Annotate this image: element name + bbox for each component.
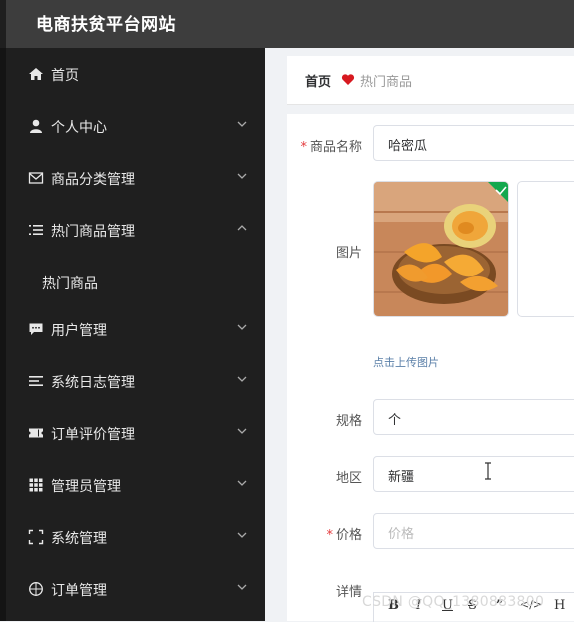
region-input[interactable]: 新疆 (373, 456, 574, 492)
price-label: * 价格 (326, 528, 362, 543)
sidebar-item-order-review-management[interactable]: 订单评价管理 (6, 407, 265, 459)
sidebar-item-label: 热门商品 (42, 276, 98, 292)
chevron-down-icon (237, 428, 247, 434)
goods-form: * 商品名称 哈密瓜 图片 点击上传图片 规格 个 地区 新疆 * 价格 价格 … (287, 114, 574, 622)
grid-icon (29, 478, 43, 492)
chevron-down-icon (237, 173, 247, 179)
required-mark: * (300, 140, 307, 155)
breadcrumb-home[interactable]: 首页 (305, 71, 331, 90)
mail-icon (28, 172, 44, 184)
sidebar-item-label: 系统日志管理 (51, 375, 135, 391)
region-label: 地区 (335, 471, 362, 486)
goods-image-thumbnail[interactable] (373, 181, 509, 317)
text-cursor-icon (485, 462, 491, 480)
sidebar-item-hot-goods-management[interactable]: 热门商品管理 (6, 204, 265, 256)
chevron-down-icon (237, 121, 247, 127)
chevron-down-icon (237, 480, 247, 486)
spec-input[interactable]: 个 (373, 399, 574, 435)
frame-icon (28, 529, 44, 545)
sidebar-item-label: 热门商品管理 (51, 224, 135, 240)
chevron-up-icon (237, 225, 247, 231)
spec-value: 个 (388, 413, 402, 428)
image-label: 图片 (335, 246, 362, 261)
sidebar-item-home[interactable]: 首页 (6, 48, 265, 100)
detail-label: 详情 (335, 585, 362, 600)
list-icon (29, 225, 43, 235)
breadcrumb: 首页 热门商品 (287, 56, 574, 105)
melon-image (374, 182, 508, 316)
sidebar-item-label: 商品分类管理 (51, 172, 135, 188)
goods-name-input[interactable]: 哈密瓜 (373, 125, 574, 161)
sidebar-item-label: 订单管理 (51, 583, 107, 599)
goods-name-value: 哈密瓜 (388, 139, 428, 154)
ticket-icon (29, 428, 43, 438)
sidebar-item-label: 订单评价管理 (51, 427, 135, 443)
sidebar-subitem-hot-goods[interactable]: 热门商品 (6, 256, 265, 308)
app-title: 电商扶贫平台网站 (36, 15, 176, 35)
sidebar-item-label: 系统管理 (51, 531, 107, 547)
sidebar: 首页 个人中心 商品分类管理 热门商品管理 热门商品 用户管理 系统日志管理 订… (0, 48, 265, 621)
home-icon (29, 68, 43, 80)
region-value: 新疆 (388, 470, 415, 485)
sidebar-item-label: 管理员管理 (51, 479, 121, 495)
spec-label: 规格 (335, 414, 362, 429)
upload-tip[interactable]: 点击上传图片 (373, 354, 439, 370)
chevron-down-icon (237, 584, 247, 590)
sidebar-item-label: 个人中心 (51, 120, 107, 136)
chat-icon (29, 323, 43, 335)
main-content: 首页 热门商品 * 商品名称 哈密瓜 图片 点击上传图片 规格 个 地区 新疆 … (265, 48, 574, 622)
lines-icon (29, 376, 43, 386)
chevron-down-icon (237, 532, 247, 538)
image-upload-box[interactable] (517, 181, 574, 317)
compass-icon (29, 582, 43, 596)
price-input[interactable]: 价格 (373, 513, 574, 549)
breadcrumb-current: 热门商品 (360, 75, 413, 90)
required-mark: * (326, 528, 333, 543)
user-icon (30, 119, 42, 133)
sidebar-item-label: 首页 (51, 68, 79, 84)
heading-button[interactable]: H (554, 598, 565, 613)
sidebar-item-category-management[interactable]: 商品分类管理 (6, 152, 265, 204)
sidebar-item-admin-management[interactable]: 管理员管理 (6, 459, 265, 511)
sidebar-item-user-management[interactable]: 用户管理 (6, 303, 265, 355)
sidebar-item-label: 用户管理 (51, 323, 107, 339)
sidebar-item-personal-center[interactable]: 个人中心 (6, 100, 265, 152)
chevron-down-icon (237, 376, 247, 382)
sidebar-item-system-management[interactable]: 系统管理 (6, 511, 265, 563)
heart-icon (341, 74, 355, 85)
watermark: CSDN @QQ_1380883800 (362, 594, 545, 610)
sidebar-item-order-management[interactable]: 订单管理 (6, 563, 265, 615)
top-bar: 电商扶贫平台网站 (0, 0, 574, 48)
sidebar-item-system-log-management[interactable]: 系统日志管理 (6, 355, 265, 407)
price-placeholder: 价格 (388, 527, 415, 542)
chevron-down-icon (237, 324, 247, 330)
goods-name-label: * 商品名称 (300, 140, 362, 155)
